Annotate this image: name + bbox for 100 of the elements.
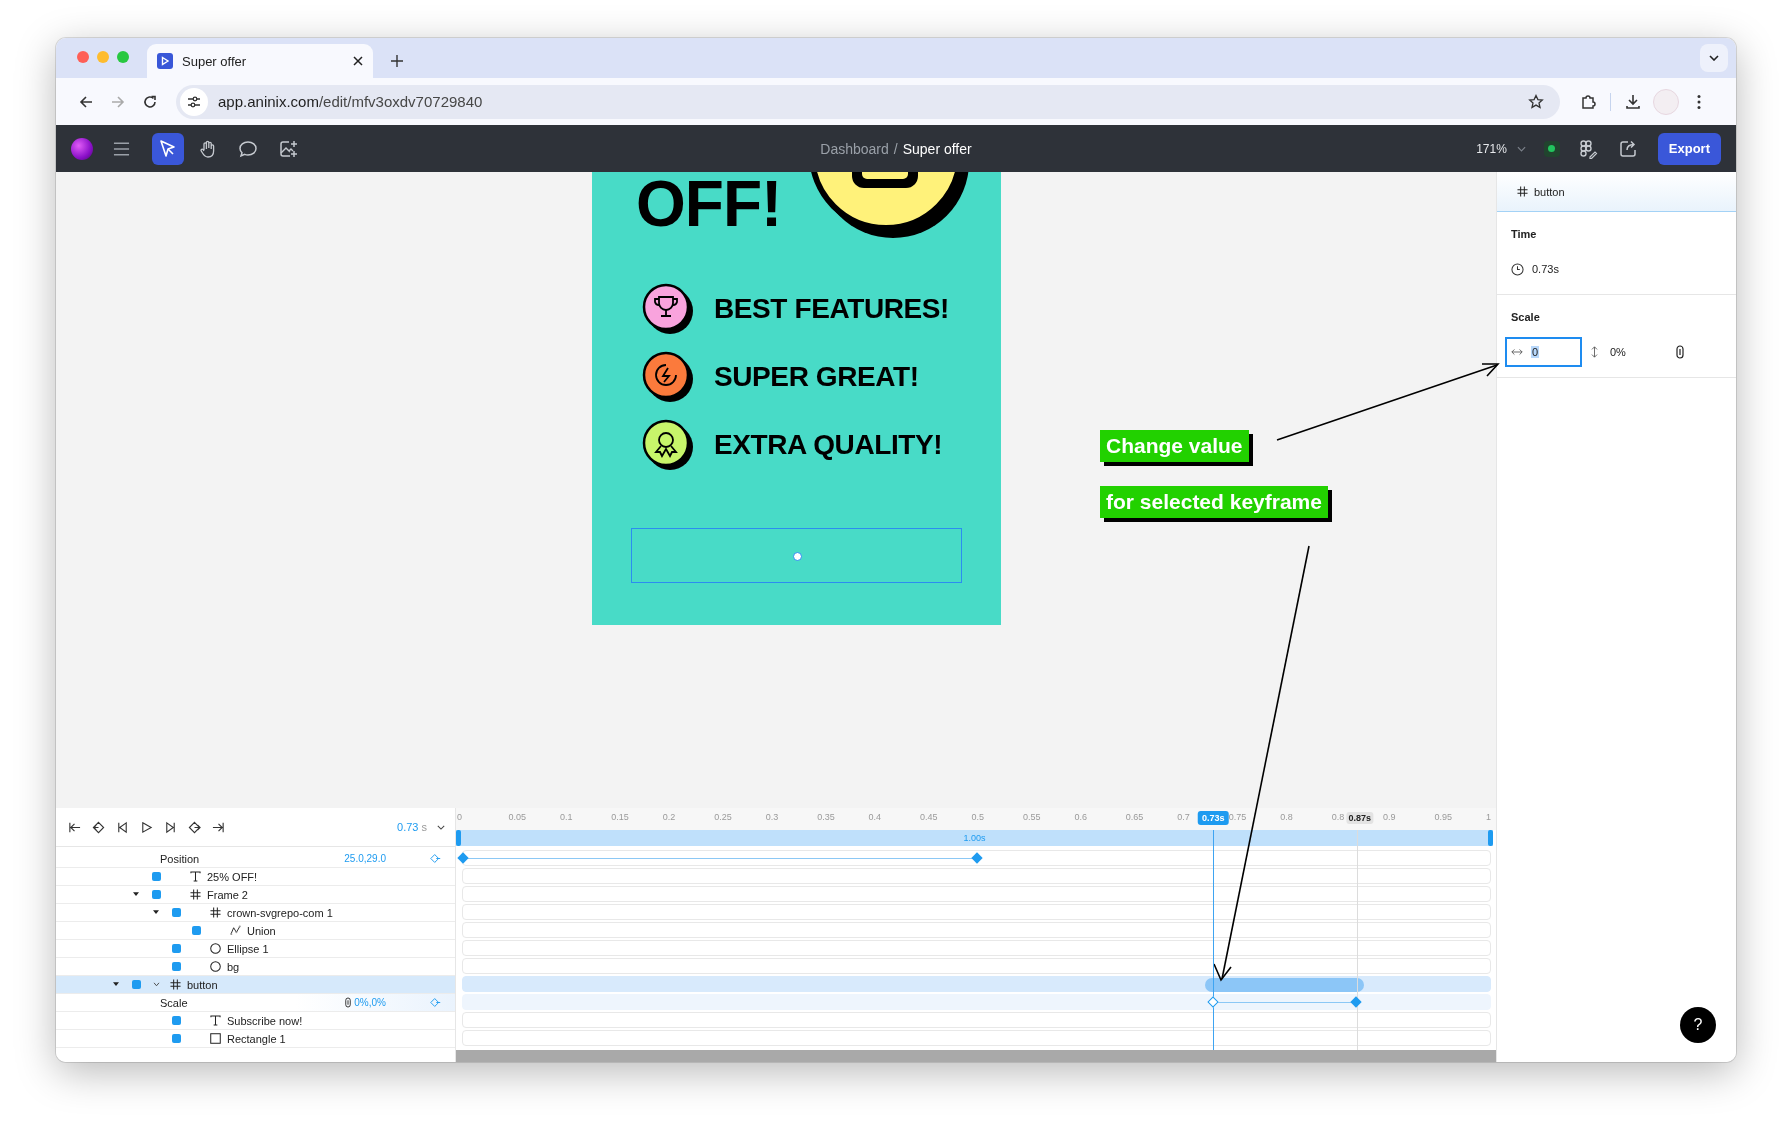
select-tool-button[interactable] [152,132,184,165]
scale-y-value[interactable]: 0% [1610,346,1626,358]
chevron-icon[interactable] [437,824,445,830]
time-value: 0.73s [1532,263,1559,275]
close-window-button[interactable] [77,51,89,63]
layer-row[interactable]: Ellipse 1 [56,940,455,958]
browser-tab[interactable]: Super offer [147,44,373,78]
next-keyframe-icon[interactable] [188,820,201,834]
tick-label: 0.15 [611,812,629,822]
playhead-line[interactable] [1213,830,1215,1050]
ellipse-icon [210,961,221,972]
layer-row[interactable]: Rectangle 1 [56,1030,455,1048]
cursor-icon[interactable] [158,138,178,159]
tick-label: 0.35 [817,812,835,822]
site-settings-icon[interactable] [180,87,208,116]
bookmark-star-icon[interactable] [1528,93,1544,110]
link-icon[interactable] [1675,345,1684,359]
layer-name: button [187,978,218,991]
rectangle-icon [210,1033,221,1044]
tick-label: 0.05 [508,812,526,822]
play-icon[interactable] [140,820,153,834]
extensions-icon[interactable] [1580,93,1596,110]
keyframe[interactable] [1350,996,1363,1008]
expand-arrow-icon[interactable] [153,910,159,915]
menu-icon[interactable] [113,141,130,156]
tick-label: 0.75 [1228,812,1247,822]
scale-x-field[interactable]: 0 [1505,337,1582,367]
address-field[interactable]: app.aninix.com/edit/mfv3oxdv70729840 [176,84,1560,119]
step-back-icon[interactable] [116,820,129,834]
tick-label: 1 [1486,812,1491,822]
export-button[interactable]: Export [1657,132,1721,165]
tick-label: 0.55 [1022,812,1041,822]
document-title: Super offer [902,140,972,157]
section-title: Time [1511,228,1538,240]
skip-to-start-icon[interactable] [68,820,81,834]
keyframe[interactable] [1207,996,1219,1008]
vertical-arrows-icon [1591,346,1598,358]
time-unit: s [421,821,427,833]
layer-name: button [1534,185,1565,198]
new-tab-icon[interactable] [391,55,403,67]
share-icon[interactable] [1617,138,1638,159]
layer-row[interactable]: Union [56,922,455,940]
link-icon[interactable] [345,997,352,1008]
add-keyframe-icon[interactable] [430,997,441,1008]
layer-row[interactable]: Subscribe now! [56,1012,455,1030]
tick-label: 0.9 [1383,812,1396,822]
chevron-icon[interactable] [1709,55,1719,61]
section-title: Scale [1511,311,1541,323]
expand-arrow-icon[interactable] [113,982,119,987]
reload-icon[interactable] [142,93,158,110]
menu-icon[interactable] [1697,93,1701,110]
tab-search-button[interactable] [1700,44,1728,72]
property-name: Scale [160,996,188,1009]
tick-label: 0.1 [559,812,573,822]
previous-keyframe-icon[interactable] [92,820,105,834]
expand-arrow-icon[interactable] [133,892,139,897]
close-icon[interactable] [353,56,363,66]
add-keyframe-icon[interactable] [430,853,441,864]
layer-name: bg [227,960,240,973]
tick-label: 0.8 [1331,812,1345,822]
skip-to-end-icon[interactable] [212,820,225,834]
horizontal-scrollbar[interactable] [456,1050,1496,1062]
tick-label: 0.3 [765,812,779,822]
hover-time-badge: 0.87s [1346,812,1374,824]
tick-label: 0.5 [971,812,984,822]
ellipse-icon [210,943,221,954]
layer-row[interactable]: button [56,976,455,994]
text-icon [190,871,201,882]
property-name: Position [160,852,200,865]
tick-label: 0.2 [662,812,676,822]
vector-path-icon [230,925,241,936]
keyframe[interactable] [457,852,469,864]
comment-icon[interactable] [238,138,258,159]
step-forward-icon[interactable] [164,820,177,834]
layer-row[interactable]: Frame 2 [56,886,455,904]
property-row[interactable]: Scale 0%,0% [56,994,455,1012]
tick-label: 0.4 [868,812,882,822]
tick-label: 0.25 [714,812,732,822]
tick-label: 0.45 [920,812,938,822]
layer-row[interactable]: 25% OFF! [56,868,455,886]
tick-label: 0.6 [1074,812,1087,822]
horizontal-arrows-icon [1511,348,1523,356]
feature-text: SUPER GREAT! [714,361,919,393]
app-logo[interactable] [71,137,93,160]
zoom-dropdown[interactable]: 171% [1476,141,1526,156]
back-icon[interactable] [78,93,94,110]
download-icon[interactable] [1625,93,1641,110]
layer-row[interactable]: crown-svgrepo-com 1 [56,904,455,922]
tick-label: 0.8 [1280,812,1293,822]
feature-text: BEST FEATURES! [714,293,949,325]
frame-icon [190,889,201,900]
keyframe[interactable] [970,852,983,864]
visibility-toggle[interactable] [131,980,141,989]
add-image-icon[interactable] [278,138,298,159]
forward-icon[interactable] [110,93,126,110]
layer-name: Ellipse 1 [227,942,269,955]
property-row[interactable]: Position 25.0,29.0 [56,850,455,868]
layer-name: 25% OFF! [207,870,258,883]
breadcrumb-link[interactable]: Dashboard [820,140,889,157]
status-indicator[interactable] [1543,140,1560,157]
